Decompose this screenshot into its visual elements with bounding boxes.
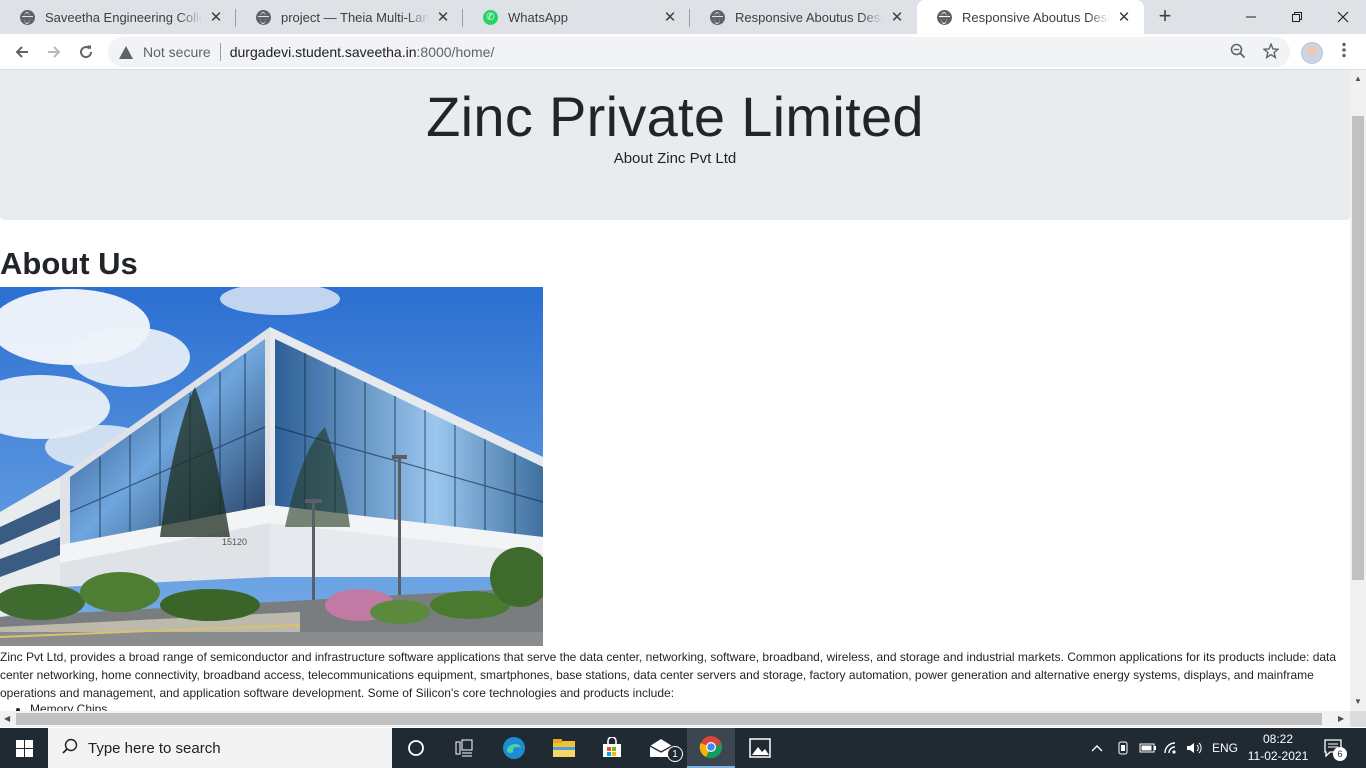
- volume-icon[interactable]: [1186, 728, 1204, 768]
- bookmark-star-icon[interactable]: [1262, 42, 1280, 64]
- folder-icon: [553, 739, 575, 757]
- scroll-down-icon[interactable]: ▼: [1354, 697, 1362, 706]
- close-icon[interactable]: ✕: [662, 8, 678, 26]
- language-indicator[interactable]: ENG: [1212, 728, 1238, 768]
- vertical-scrollbar[interactable]: ▲ ▼: [1350, 70, 1366, 711]
- close-icon[interactable]: ✕: [208, 8, 224, 26]
- globe-icon: [710, 9, 725, 25]
- horizontal-scrollbar[interactable]: ◀ ▶: [0, 711, 1350, 727]
- office-building-photo: 15120: [0, 287, 543, 646]
- tab-aboutus-1[interactable]: Responsive Aboutus Design ✕: [690, 0, 917, 34]
- horizontal-scroll-thumb[interactable]: [16, 713, 1322, 725]
- restore-button[interactable]: [1274, 0, 1320, 34]
- url-host[interactable]: durgadevi.student.saveetha.in: [230, 44, 417, 60]
- warning-icon[interactable]: [118, 44, 134, 60]
- chrome-icon: [699, 736, 722, 759]
- photos-icon: [749, 738, 771, 758]
- scroll-up-icon[interactable]: ▲: [1354, 74, 1362, 83]
- task-view-icon: [455, 739, 473, 757]
- arrow-right-icon: [48, 46, 61, 58]
- store-button[interactable]: [588, 728, 636, 768]
- minimize-icon: [1246, 16, 1256, 18]
- menu-kebab-icon[interactable]: [1334, 42, 1354, 58]
- clock-time: 08:22: [1262, 732, 1294, 746]
- zoom-icon[interactable]: [1230, 43, 1246, 64]
- tab-theia[interactable]: project — Theia Multi-Language ✕: [236, 0, 463, 34]
- globe-icon: [937, 9, 952, 25]
- restore-icon: [1292, 12, 1302, 22]
- battery-icon[interactable]: [1139, 728, 1157, 768]
- chrome-button[interactable]: [687, 728, 735, 768]
- start-button[interactable]: [0, 728, 48, 768]
- task-view-button[interactable]: [440, 728, 488, 768]
- close-icon[interactable]: ✕: [1116, 8, 1132, 26]
- tab-title: project — Theia Multi-Language: [281, 9, 429, 25]
- cortana-icon: [408, 740, 424, 756]
- address-bar[interactable]: Not secure durgadevi.student.saveetha.in…: [108, 37, 1290, 67]
- url-path[interactable]: :8000/home/: [417, 44, 495, 60]
- close-window-button[interactable]: [1320, 0, 1366, 34]
- minimize-button[interactable]: [1228, 0, 1274, 34]
- search-icon: [62, 738, 78, 759]
- tab-title: WhatsApp: [508, 9, 568, 25]
- tab-strip: Saveetha Engineering College ✕ project —…: [0, 0, 1366, 34]
- chevron-up-icon: [1091, 745, 1103, 752]
- taskbar-search[interactable]: Type here to search: [48, 728, 392, 768]
- globe-icon: [256, 9, 271, 25]
- vertical-scroll-thumb[interactable]: [1352, 116, 1364, 580]
- store-icon: [603, 737, 621, 757]
- cortana-button[interactable]: [392, 728, 440, 768]
- tab-aboutus-active[interactable]: Responsive Aboutus Design ✕: [917, 0, 1144, 34]
- tab-saveetha[interactable]: Saveetha Engineering College ✕: [0, 0, 236, 34]
- notification-count-badge: 6: [1333, 747, 1347, 761]
- whatsapp-icon: ✆: [483, 9, 498, 25]
- clock-date: 11-02-2021: [1247, 749, 1309, 763]
- reload-icon: [80, 45, 93, 59]
- scroll-left-icon[interactable]: ◀: [4, 714, 10, 723]
- scroll-right-icon[interactable]: ▶: [1338, 714, 1344, 723]
- search-placeholder: Type here to search: [88, 739, 221, 757]
- tab-title: Saveetha Engineering College: [45, 9, 202, 25]
- windows-taskbar: Type here to search 1 ENG 08:22 11-02-20…: [0, 728, 1366, 768]
- arrow-left-icon: [15, 46, 28, 58]
- about-us-heading: About Us: [0, 246, 138, 281]
- show-hidden-icons[interactable]: [1090, 728, 1104, 768]
- close-icon[interactable]: ✕: [435, 8, 451, 26]
- mail-button[interactable]: 1: [637, 728, 685, 768]
- scrollbar-corner: [1350, 711, 1366, 727]
- photos-button[interactable]: [736, 728, 784, 768]
- reload-button[interactable]: [72, 38, 100, 66]
- edge-icon: [503, 737, 525, 759]
- windows-logo-icon: [15, 739, 33, 757]
- tab-title: Responsive Aboutus Design: [735, 9, 883, 25]
- action-center-button[interactable]: 6: [1324, 728, 1347, 768]
- security-label[interactable]: Not secure: [143, 44, 211, 60]
- file-explorer-button[interactable]: [540, 728, 588, 768]
- tab-title: Responsive Aboutus Design: [962, 9, 1110, 25]
- jumbotron-header: Zinc Private Limited About Zinc Pvt Ltd: [0, 70, 1350, 220]
- edge-button[interactable]: [490, 728, 538, 768]
- page-viewport: Zinc Private Limited About Zinc Pvt Ltd …: [0, 70, 1350, 711]
- building-number: 15120: [222, 537, 247, 547]
- forward-button[interactable]: [40, 38, 68, 66]
- globe-icon: [20, 9, 35, 25]
- new-tab-button[interactable]: +: [1153, 5, 1177, 29]
- divider: [219, 43, 221, 61]
- back-button[interactable]: [8, 38, 36, 66]
- mail-badge: 1: [667, 746, 683, 762]
- clock[interactable]: 08:22 11-02-2021: [1246, 731, 1310, 765]
- close-icon[interactable]: ✕: [889, 8, 905, 26]
- meet-now-icon[interactable]: [1116, 728, 1130, 768]
- tab-whatsapp[interactable]: ✆ WhatsApp ✕: [463, 0, 690, 34]
- products-list: Memory Chips: [30, 702, 107, 711]
- about-paragraph: Zinc Pvt Ltd, provides a broad range of …: [0, 650, 1337, 700]
- list-item: Memory Chips: [30, 702, 107, 711]
- page-title: Zinc Private Limited: [426, 85, 924, 148]
- close-icon: [1337, 11, 1349, 23]
- page-subtitle: About Zinc Pvt Ltd: [613, 150, 737, 167]
- profile-avatar[interactable]: [1301, 42, 1323, 64]
- browser-toolbar: Not secure durgadevi.student.saveetha.in…: [0, 34, 1366, 70]
- wifi-icon[interactable]: [1163, 728, 1181, 768]
